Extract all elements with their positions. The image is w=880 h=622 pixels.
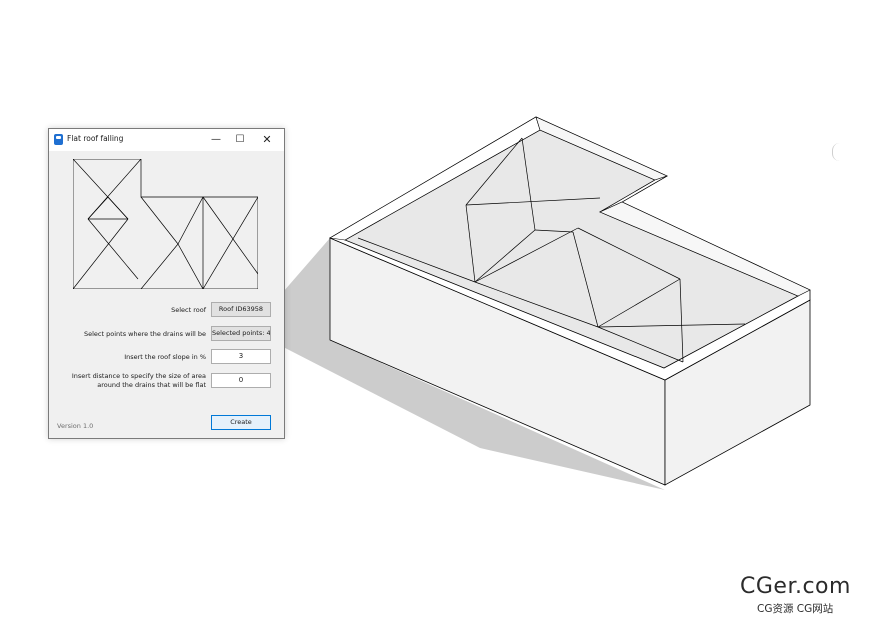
edge-artifact xyxy=(832,143,847,161)
title-bar[interactable]: Flat roof falling — ☐ ✕ xyxy=(49,129,284,151)
create-button[interactable]: Create xyxy=(211,415,271,430)
distance-input[interactable]: 0 xyxy=(211,373,271,388)
watermark-logo: CGer.com xyxy=(740,574,851,599)
flat-roof-falling-dialog: Flat roof falling — ☐ ✕ Select roof Roof… xyxy=(48,128,285,439)
minimize-icon[interactable]: — xyxy=(208,132,224,148)
watermark-subtitle: CG资源 CG网站 xyxy=(757,603,834,615)
roof-plan-preview xyxy=(73,159,258,289)
app-icon xyxy=(54,134,63,145)
window-title: Flat roof falling xyxy=(67,134,124,143)
distance-label-line2: around the drains that will be flat xyxy=(97,381,206,389)
slope-input[interactable]: 3 xyxy=(211,349,271,364)
slope-label: Insert the roof slope in % xyxy=(124,353,206,361)
select-roof-label: Select roof xyxy=(171,306,206,314)
select-points-label: Select points where the drains will be xyxy=(84,330,206,338)
select-points-button[interactable]: Selected points: 4 xyxy=(211,326,271,341)
distance-label-line1: Insert distance to specify the size of a… xyxy=(71,372,206,380)
close-icon[interactable]: ✕ xyxy=(259,132,275,148)
select-roof-button[interactable]: Roof ID63958 xyxy=(211,302,271,317)
maximize-icon[interactable]: ☐ xyxy=(232,132,248,148)
version-text: Version 1.0 xyxy=(57,422,94,430)
